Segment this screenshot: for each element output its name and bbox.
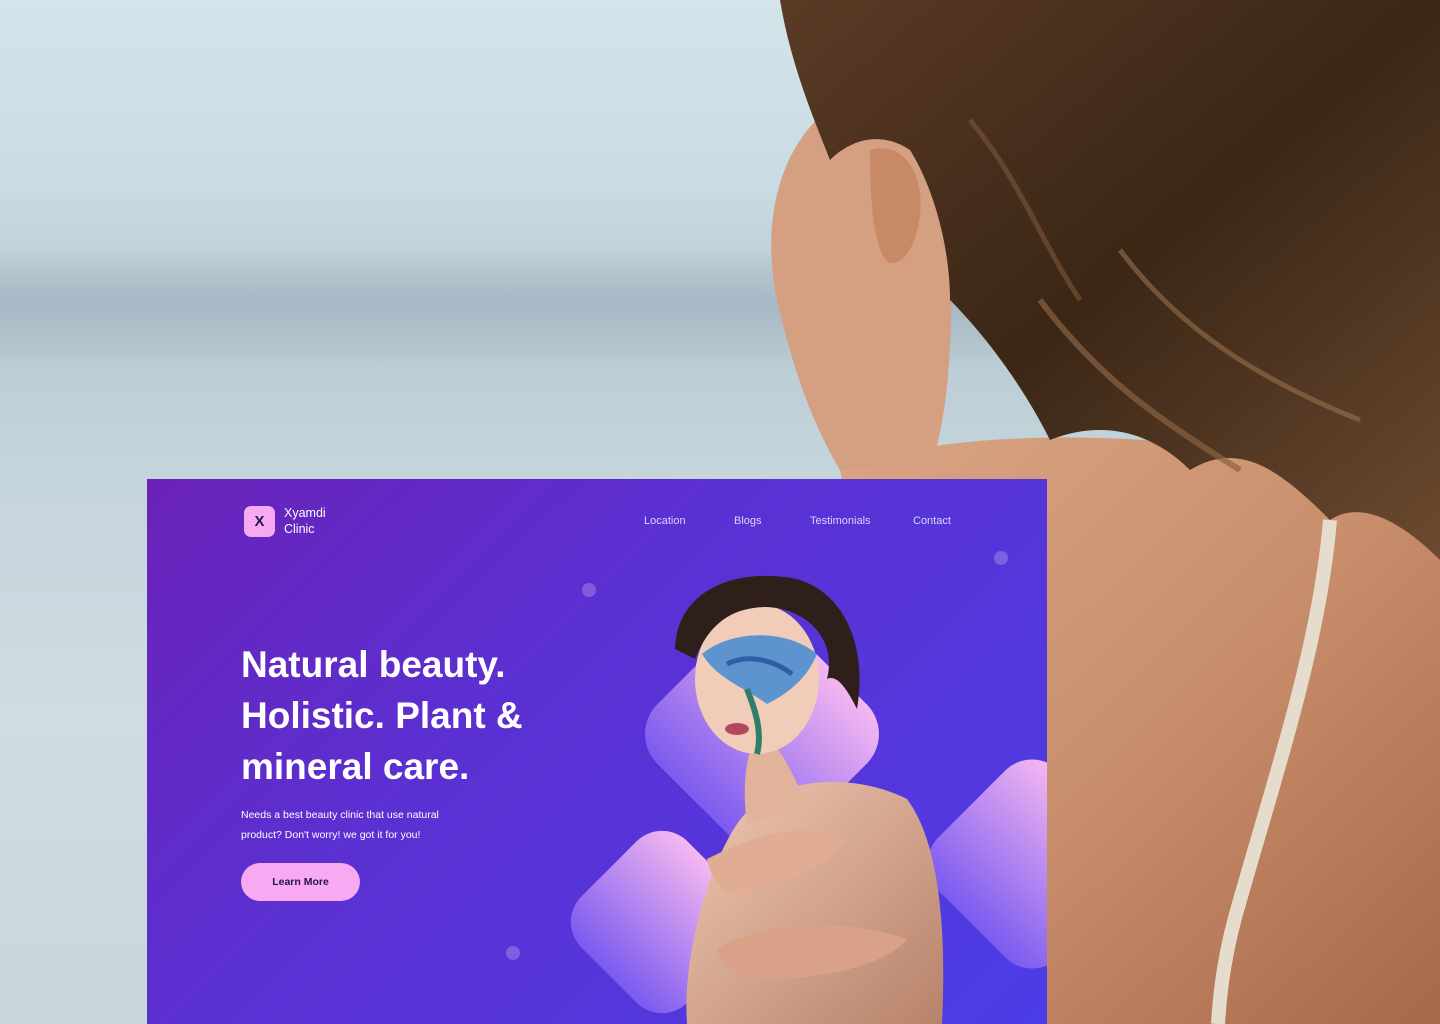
- hero-headline-line2: Holistic. Plant &: [241, 695, 523, 736]
- hero-headline: Natural beauty. Holistic. Plant & minera…: [241, 639, 601, 792]
- learn-more-button[interactable]: Learn More: [241, 863, 360, 901]
- hero-subtext: Needs a best beauty clinic that use natu…: [241, 805, 481, 845]
- decor-dot: [506, 946, 520, 960]
- brand-name-line2: Clinic: [284, 522, 315, 536]
- showcase-stage: X Xyamdi Clinic Location Blogs Testimoni…: [0, 0, 1440, 1024]
- landing-page-mockup: X Xyamdi Clinic Location Blogs Testimoni…: [147, 479, 1047, 1024]
- nav-link-contact[interactable]: Contact: [913, 515, 951, 527]
- hero-headline-line3: mineral care.: [241, 746, 470, 787]
- nav-link-blogs[interactable]: Blogs: [734, 515, 762, 527]
- brand-name: Xyamdi Clinic: [284, 505, 344, 537]
- nav-link-location[interactable]: Location: [644, 515, 686, 527]
- hero-headline-line1: Natural beauty.: [241, 644, 506, 685]
- hero-subtext-line2: product? Don't worry! we got it for you!: [241, 829, 421, 841]
- decor-dot: [582, 583, 596, 597]
- decor-dot: [994, 551, 1008, 565]
- nav-link-testimonials[interactable]: Testimonials: [810, 515, 871, 527]
- brand-logo[interactable]: X Xyamdi Clinic: [244, 505, 344, 537]
- brand-name-line1: Xyamdi: [284, 506, 326, 520]
- logo-mark-icon: X: [244, 505, 275, 537]
- hero-subtext-line1: Needs a best beauty clinic that use natu…: [241, 809, 439, 821]
